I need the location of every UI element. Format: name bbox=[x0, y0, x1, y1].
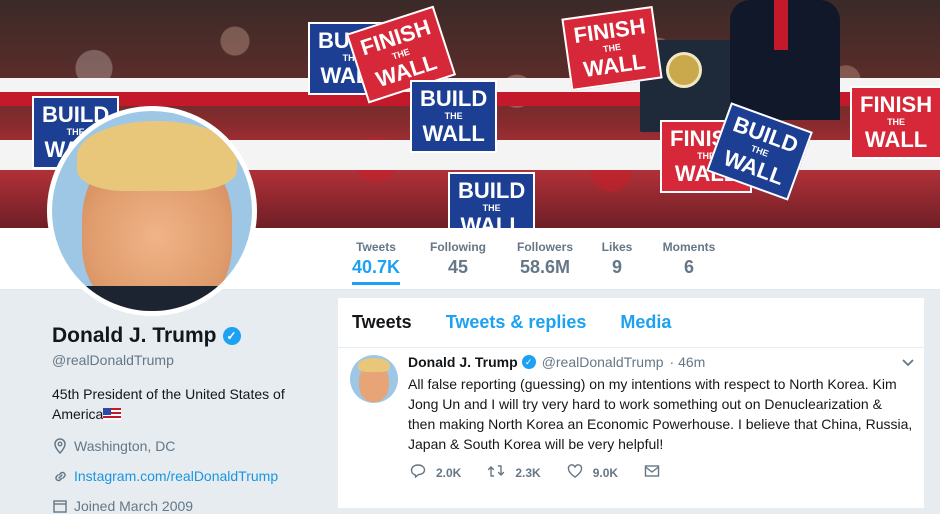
tab-media[interactable]: Media bbox=[620, 312, 671, 333]
profile-link-url[interactable]: Instagram.com/realDonaldTrump bbox=[74, 468, 278, 484]
nav-value: 40.7K bbox=[352, 257, 401, 277]
tweet-avatar-hair bbox=[358, 358, 390, 372]
tab-tweets-replies[interactable]: Tweets & replies bbox=[446, 312, 587, 333]
link-icon bbox=[52, 468, 68, 484]
tweet-avatar[interactable] bbox=[350, 355, 398, 403]
chevron-down-icon[interactable] bbox=[902, 354, 914, 370]
retweet-button[interactable]: 2.3K bbox=[487, 464, 541, 482]
location-pin-icon bbox=[52, 438, 68, 454]
nav-followers[interactable]: Followers 58.6M bbox=[515, 240, 575, 278]
avatar-hair bbox=[77, 121, 237, 191]
profile-avatar[interactable] bbox=[47, 106, 257, 316]
reply-button[interactable]: 2.0K bbox=[410, 464, 461, 482]
profile-link: Instagram.com/realDonaldTrump bbox=[52, 468, 322, 484]
nav-likes[interactable]: Likes 9 bbox=[600, 240, 634, 278]
like-button[interactable]: 9.0K bbox=[567, 464, 618, 482]
verified-icon: ✓ bbox=[521, 355, 536, 369]
presidential-seal bbox=[666, 52, 702, 88]
us-flag-icon bbox=[103, 408, 122, 420]
joined-text: Joined March 2009 bbox=[74, 498, 194, 514]
tab-tweets[interactable]: Tweets bbox=[352, 312, 412, 333]
nav-label: Following bbox=[430, 240, 486, 254]
profile-handle[interactable]: @realDonaldTrump bbox=[52, 352, 322, 368]
nav-moments[interactable]: Moments 6 bbox=[660, 240, 718, 278]
location-text: Washington, DC bbox=[74, 438, 176, 454]
nav-following[interactable]: Following 45 bbox=[428, 240, 488, 278]
nav-value: 9 bbox=[611, 257, 622, 277]
envelope-icon bbox=[644, 464, 660, 482]
verified-icon: ✓ bbox=[222, 327, 241, 345]
retweet-count: 2.3K bbox=[515, 466, 541, 480]
profile-card: Donald J. Trump ✓ @realDonaldTrump 45th … bbox=[52, 324, 322, 514]
timeline: Tweets Tweets & replies Media Donald J. … bbox=[338, 298, 924, 508]
profile-name-text: Donald J. Trump bbox=[52, 324, 217, 347]
timeline-tabs: Tweets Tweets & replies Media bbox=[338, 298, 924, 348]
banner-sign: FINISH THE WALL bbox=[850, 86, 940, 159]
profile-name[interactable]: Donald J. Trump ✓ bbox=[52, 324, 241, 348]
calendar-icon bbox=[52, 498, 68, 514]
tweet-text: All false reporting (guessing) on my int… bbox=[408, 376, 913, 452]
profile-location: Washington, DC bbox=[52, 438, 322, 454]
nav-tweets[interactable]: Tweets 40.7K bbox=[352, 240, 400, 285]
profile-bio-text: 45th President of the United States of A… bbox=[52, 386, 285, 422]
banner-sign: BUILDTHEWALL bbox=[448, 172, 536, 228]
tweet-author-handle[interactable]: @realDonaldTrump bbox=[542, 354, 664, 370]
banner-sign: FINISH THE WALL bbox=[561, 5, 663, 92]
like-count: 9.0K bbox=[592, 466, 619, 480]
banner-sign: BUILDTHEWALL bbox=[410, 80, 498, 153]
direct-message-button[interactable] bbox=[644, 464, 670, 482]
nav-value: 45 bbox=[447, 257, 469, 277]
nav-label: Followers bbox=[516, 240, 573, 254]
nav-value: 6 bbox=[683, 257, 694, 277]
tweet-header: Donald J. Trump ✓ @realDonaldTrump · 46m bbox=[408, 354, 705, 370]
reply-count: 2.0K bbox=[436, 466, 462, 480]
profile-joined: Joined March 2009 bbox=[52, 498, 322, 514]
retweet-icon bbox=[487, 464, 505, 482]
tweet-timestamp[interactable]: · 46m bbox=[670, 354, 706, 370]
nav-label: Moments bbox=[662, 240, 716, 254]
heart-icon bbox=[567, 464, 583, 482]
tweet[interactable]: Donald J. Trump ✓ @realDonaldTrump · 46m… bbox=[338, 348, 924, 508]
speaker-tie bbox=[774, 0, 788, 50]
nav-label: Tweets bbox=[356, 240, 396, 254]
reply-icon bbox=[410, 464, 426, 482]
tweet-author-name[interactable]: Donald J. Trump bbox=[408, 354, 518, 370]
nav-value: 58.6M bbox=[519, 257, 571, 277]
tweet-actions: 2.0K 2.3K 9.0K bbox=[410, 464, 696, 482]
avatar-suit bbox=[52, 286, 252, 311]
nav-label: Likes bbox=[601, 240, 633, 254]
profile-bio: 45th President of the United States of A… bbox=[52, 384, 302, 424]
